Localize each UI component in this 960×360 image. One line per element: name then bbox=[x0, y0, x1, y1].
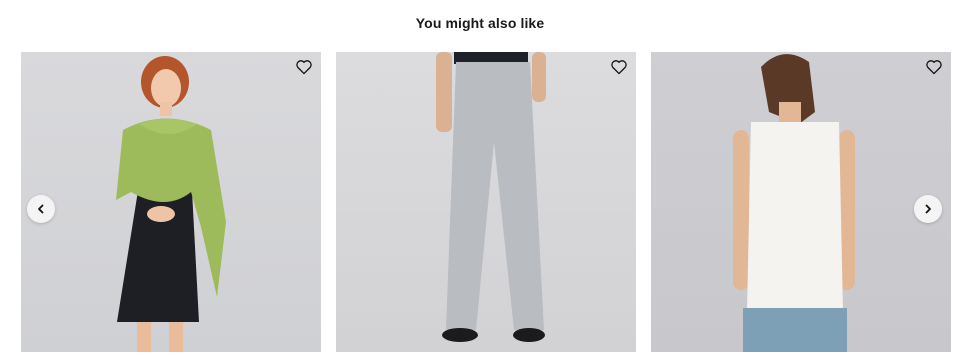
product-card[interactable] bbox=[21, 52, 321, 352]
product-image[interactable] bbox=[651, 52, 951, 352]
product-card[interactable] bbox=[336, 52, 636, 352]
carousel-next-button[interactable] bbox=[914, 195, 942, 223]
carousel-prev-button[interactable] bbox=[27, 195, 55, 223]
heart-outline-icon bbox=[926, 60, 942, 75]
wishlist-button[interactable] bbox=[293, 56, 315, 78]
chevron-left-icon bbox=[38, 204, 44, 214]
product-image[interactable] bbox=[336, 52, 636, 352]
wishlist-button[interactable] bbox=[923, 56, 945, 78]
product-image[interactable] bbox=[21, 52, 321, 352]
section-title: You might also like bbox=[415, 15, 545, 31]
chevron-right-icon bbox=[925, 204, 931, 214]
heart-outline-icon bbox=[611, 60, 627, 75]
heart-outline-icon bbox=[296, 60, 312, 75]
wishlist-button[interactable] bbox=[608, 56, 630, 78]
product-card[interactable] bbox=[651, 52, 951, 352]
